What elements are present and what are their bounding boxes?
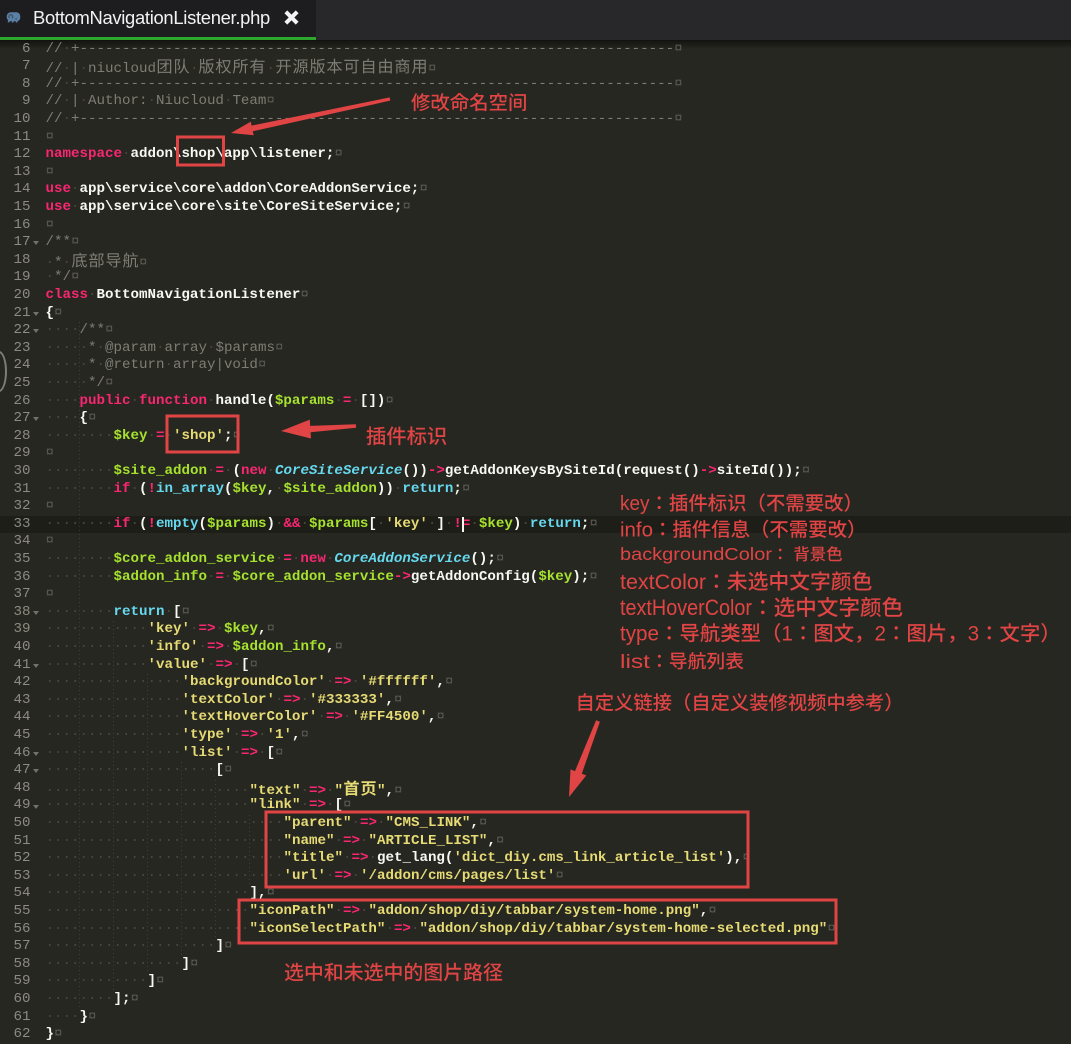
svg-text:1: 1 <box>781 623 793 646</box>
svg-text:list: list <box>620 652 651 673</box>
svg-text:textColor: textColor <box>620 570 706 594</box>
svg-text:type: type <box>620 623 659 646</box>
svg-text:backgroundColor: backgroundColor <box>620 544 772 564</box>
svg-text:2: 2 <box>875 623 887 646</box>
svg-text:key: key <box>620 493 650 515</box>
svg-text:textHoverColor: textHoverColor <box>620 595 752 620</box>
svg-text:info: info <box>620 519 653 541</box>
svg-text:3: 3 <box>968 623 980 646</box>
